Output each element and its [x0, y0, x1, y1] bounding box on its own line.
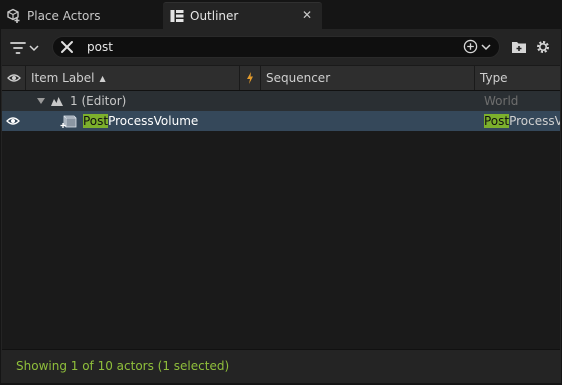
- tab-outliner[interactable]: Outliner ✕: [163, 2, 322, 29]
- type-match-highlight: Post: [484, 114, 510, 128]
- type-header-text: Type: [480, 71, 508, 85]
- status-bar: Showing 1 of 10 actors (1 selected): [2, 349, 560, 382]
- actor-label-rest: ProcessVolume: [108, 114, 199, 128]
- tree-row-postprocessvolume[interactable]: PostProcessVolume PostProcessVolume: [2, 111, 560, 131]
- world-type: World: [484, 94, 519, 108]
- actor-type: PostProcessVolume: [484, 111, 560, 131]
- item-label-column-header[interactable]: Item Label ▲: [26, 66, 240, 90]
- search-input[interactable]: [87, 38, 447, 56]
- column-header-row: Item Label ▲ Sequencer Type: [2, 66, 560, 91]
- actor-label: Post ProcessVolume: [83, 111, 198, 131]
- expand-arrow-icon[interactable]: [36, 91, 46, 111]
- outliner-icon: [168, 7, 186, 25]
- world-label: 1 (Editor): [70, 94, 127, 108]
- eye-icon: [6, 74, 21, 82]
- tree-row-world[interactable]: 1 (Editor) World: [2, 91, 560, 111]
- type-column-header[interactable]: Type: [476, 66, 560, 90]
- sort-ascending-icon: ▲: [99, 73, 106, 83]
- post-process-volume-icon: [60, 111, 78, 131]
- world-icon: [50, 91, 64, 111]
- tab-place-actors-label: Place Actors: [27, 8, 101, 23]
- tab-place-actors[interactable]: Place Actors: [0, 2, 162, 29]
- search-box: [52, 36, 500, 58]
- place-actors-icon: [5, 7, 23, 25]
- new-folder-icon[interactable]: [511, 39, 527, 55]
- add-filter-button[interactable]: [463, 39, 491, 54]
- gear-icon[interactable]: [535, 39, 551, 55]
- tab-outliner-label: Outliner: [190, 9, 239, 23]
- filter-button[interactable]: [10, 38, 48, 58]
- clear-search-icon[interactable]: [59, 39, 75, 55]
- add-circle-icon: [463, 39, 478, 54]
- close-icon[interactable]: ✕: [302, 8, 312, 22]
- eye-icon[interactable]: [6, 111, 20, 131]
- search-match-highlight: Post: [83, 114, 109, 128]
- chevron-down-icon: [29, 45, 39, 52]
- chevron-down-icon: [481, 43, 491, 50]
- sequencer-header-text: Sequencer: [266, 71, 331, 85]
- tab-bar: Place Actors Outliner ✕: [0, 0, 562, 29]
- filter-icon: [10, 42, 26, 54]
- lightning-icon: [247, 72, 253, 84]
- outliner-panel: Item Label ▲ Sequencer Type 1 (Editor): [1, 29, 561, 383]
- item-label-header-text: Item Label: [31, 71, 95, 85]
- actor-type-rest: ProcessVolume: [509, 114, 560, 128]
- sequencer-column-header[interactable]: Sequencer: [261, 66, 475, 90]
- pin-column-header[interactable]: [240, 66, 261, 90]
- visibility-column-header[interactable]: [2, 66, 26, 90]
- outliner-toolbar: [2, 30, 560, 65]
- actor-count-text: Showing 1 of 10 actors (1 selected): [16, 359, 230, 373]
